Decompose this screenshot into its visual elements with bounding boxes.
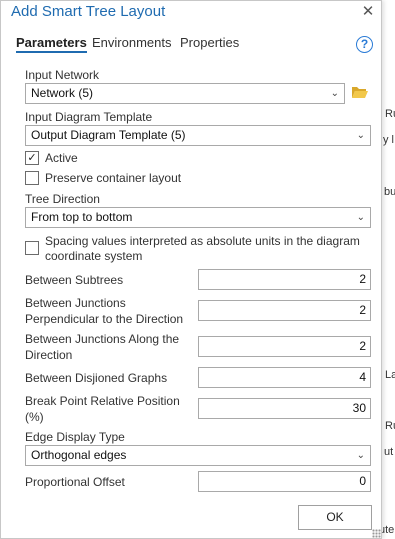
edge-display-type-select[interactable]: Orthogonal edges ⌄ xyxy=(25,445,371,466)
active-checkbox[interactable]: ✓ xyxy=(25,151,39,165)
between-disjoined-graphs-input[interactable]: 4 xyxy=(198,367,371,388)
break-point-position-label: Break Point Relative Position (%) xyxy=(25,394,180,424)
resize-grip[interactable] xyxy=(372,529,381,538)
chevron-down-icon: ⌄ xyxy=(356,212,365,223)
between-subtrees-label: Between Subtrees xyxy=(25,273,124,287)
between-junctions-along-label: Between Junctions Along the Direction xyxy=(25,332,180,362)
between-junctions-perpendicular-input[interactable]: 2 xyxy=(198,300,371,321)
tab-properties[interactable]: Properties xyxy=(180,35,239,50)
folder-open-icon[interactable] xyxy=(351,85,369,99)
proportional-offset-label: Proportional Offset xyxy=(25,475,125,489)
between-junctions-along-input[interactable]: 2 xyxy=(198,336,371,357)
ok-button[interactable]: OK xyxy=(298,505,372,530)
break-point-position-input[interactable]: 30 xyxy=(198,398,371,419)
title-bar[interactable]: Add Smart Tree Layout ✕ xyxy=(1,1,381,25)
close-icon[interactable]: ✕ xyxy=(359,3,377,21)
edge-display-type-label: Edge Display Type xyxy=(25,430,125,444)
proportional-offset-input[interactable]: 0 xyxy=(198,471,371,492)
diagram-template-select[interactable]: Output Diagram Template (5) ⌄ xyxy=(25,125,371,146)
diagram-template-value: Output Diagram Template (5) xyxy=(31,128,186,142)
tree-direction-label: Tree Direction xyxy=(25,192,100,206)
add-smart-tree-layout-dialog: Add Smart Tree Layout ✕ Parameters Envir… xyxy=(0,0,382,539)
dialog-title: Add Smart Tree Layout xyxy=(11,3,166,20)
tree-direction-value: From top to bottom xyxy=(31,210,133,224)
between-junctions-perpendicular-label: Between Junctions Perpendicular to the D… xyxy=(25,296,184,326)
chevron-down-icon: ⌄ xyxy=(330,88,339,99)
input-network-label: Input Network xyxy=(25,68,100,82)
spacing-absolute-checkbox[interactable] xyxy=(25,241,39,255)
background-text: y l xyxy=(383,134,394,146)
active-label: Active xyxy=(45,151,78,165)
background-text: Ru xyxy=(385,420,395,432)
spacing-absolute-label: Spacing values interpreted as absolute u… xyxy=(45,234,360,263)
check-mark-icon: ✓ xyxy=(27,152,37,164)
preserve-container-checkbox[interactable] xyxy=(25,171,39,185)
diagram-template-label: Input Diagram Template xyxy=(25,110,153,124)
between-subtrees-input[interactable]: 2 xyxy=(198,269,371,290)
background-text: La xyxy=(385,369,395,381)
background-text: Ru xyxy=(385,108,395,120)
tab-parameters[interactable]: Parameters xyxy=(16,35,87,53)
background-text: ut xyxy=(384,446,394,458)
chevron-down-icon: ⌄ xyxy=(356,450,365,461)
help-icon[interactable]: ? xyxy=(356,36,373,53)
edge-display-type-value: Orthogonal edges xyxy=(31,448,127,462)
preserve-container-label: Preserve container layout xyxy=(45,171,182,185)
chevron-down-icon: ⌄ xyxy=(356,130,365,141)
tree-direction-select[interactable]: From top to bottom ⌄ xyxy=(25,207,371,228)
input-network-value: Network (5) xyxy=(31,86,94,100)
input-network-select[interactable]: Network (5) ⌄ xyxy=(25,83,345,104)
background-text: bu xyxy=(384,186,395,198)
between-disjoined-graphs-label: Between Disjioned Graphs xyxy=(25,371,168,385)
tab-environments[interactable]: Environments xyxy=(92,35,171,50)
